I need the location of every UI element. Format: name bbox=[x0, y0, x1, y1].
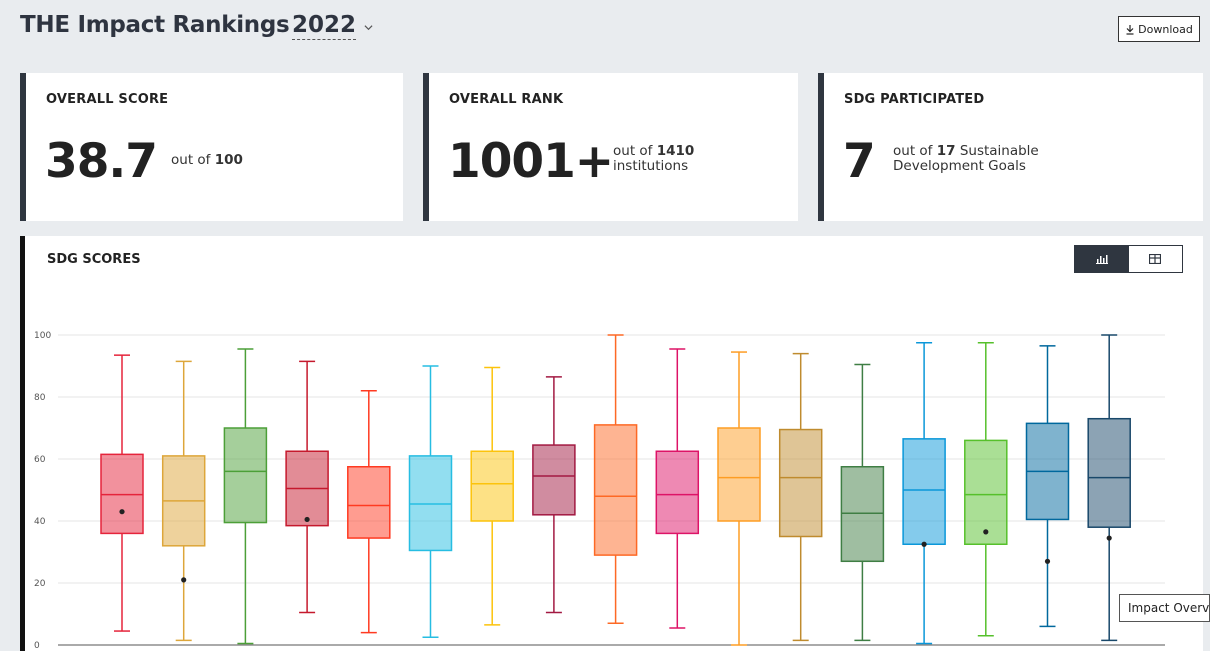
institution-point bbox=[1044, 558, 1051, 564]
box bbox=[100, 453, 144, 535]
box bbox=[902, 438, 946, 546]
institution-point bbox=[119, 509, 125, 515]
box bbox=[717, 427, 761, 522]
y-tick-label: 60 bbox=[34, 455, 46, 465]
institution-point bbox=[304, 516, 310, 523]
institution-point bbox=[983, 529, 989, 535]
box bbox=[408, 455, 453, 552]
box bbox=[532, 444, 576, 516]
y-tick-label: 80 bbox=[34, 393, 46, 403]
y-tick-label: 0 bbox=[34, 641, 40, 651]
box bbox=[840, 466, 885, 563]
box bbox=[347, 466, 391, 539]
y-tick-label: 20 bbox=[34, 579, 46, 589]
box bbox=[470, 450, 514, 522]
box bbox=[223, 427, 268, 524]
box bbox=[655, 450, 700, 535]
institution-point bbox=[181, 577, 187, 583]
box bbox=[1087, 417, 1131, 528]
institution-point bbox=[1106, 535, 1112, 541]
sdg-boxplot-chart: 0 20 40 60 80 100 bbox=[34, 331, 1165, 651]
box bbox=[778, 428, 823, 538]
y-tick-label: 40 bbox=[34, 517, 46, 527]
box bbox=[964, 439, 1008, 545]
y-tick-label: 100 bbox=[34, 331, 51, 341]
institution-point bbox=[921, 541, 927, 547]
tooltip: Impact Overview bbox=[1119, 594, 1210, 622]
box bbox=[593, 424, 638, 556]
